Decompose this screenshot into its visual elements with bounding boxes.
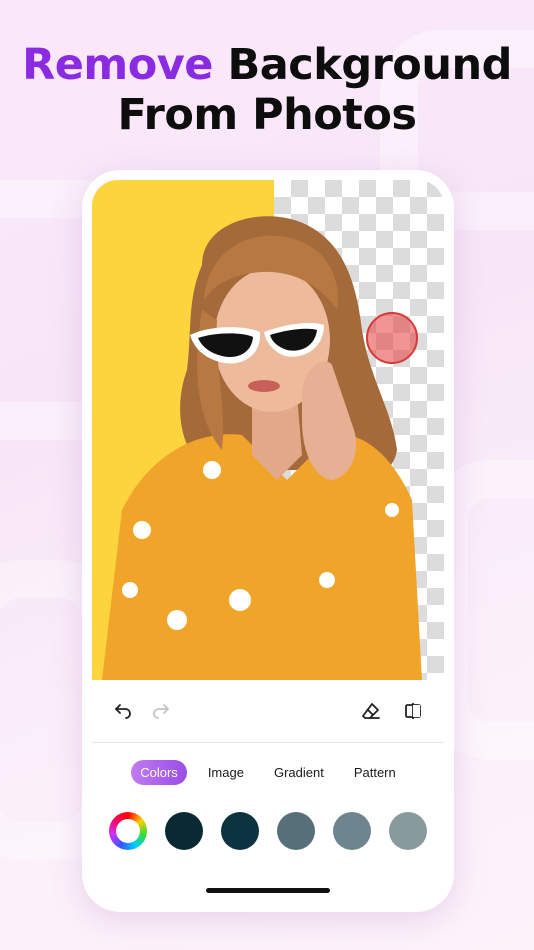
home-indicator bbox=[206, 888, 330, 893]
headline-line1-rest: Background bbox=[212, 40, 512, 90]
color-swatch[interactable] bbox=[333, 812, 371, 850]
person-photo bbox=[102, 216, 422, 680]
page-headline: Remove Background From Photos bbox=[0, 40, 534, 140]
color-swatch[interactable] bbox=[277, 812, 315, 850]
color-wheel-icon[interactable] bbox=[109, 812, 147, 850]
tab-colors[interactable]: Colors bbox=[131, 760, 187, 785]
color-swatch[interactable] bbox=[165, 812, 203, 850]
tab-gradient[interactable]: Gradient bbox=[265, 760, 333, 785]
color-swatch[interactable] bbox=[389, 812, 427, 850]
redo-icon[interactable] bbox=[148, 698, 174, 724]
phone-frame: Colors Image Gradient Pattern bbox=[82, 170, 454, 912]
eraser-icon[interactable] bbox=[358, 698, 384, 724]
color-swatch[interactable] bbox=[221, 812, 259, 850]
compare-icon[interactable] bbox=[400, 698, 426, 724]
headline-line2: From Photos bbox=[117, 90, 417, 140]
photo-canvas[interactable] bbox=[92, 180, 444, 680]
headline-accent: Remove bbox=[22, 40, 213, 90]
edit-toolbar bbox=[92, 680, 444, 742]
color-swatches bbox=[82, 812, 454, 850]
undo-icon[interactable] bbox=[110, 698, 136, 724]
eraser-cursor[interactable] bbox=[366, 312, 418, 364]
tab-image[interactable]: Image bbox=[199, 760, 253, 785]
toolbar-divider bbox=[92, 742, 444, 743]
background-type-tabs: Colors Image Gradient Pattern bbox=[82, 760, 454, 785]
tab-pattern[interactable]: Pattern bbox=[345, 760, 405, 785]
